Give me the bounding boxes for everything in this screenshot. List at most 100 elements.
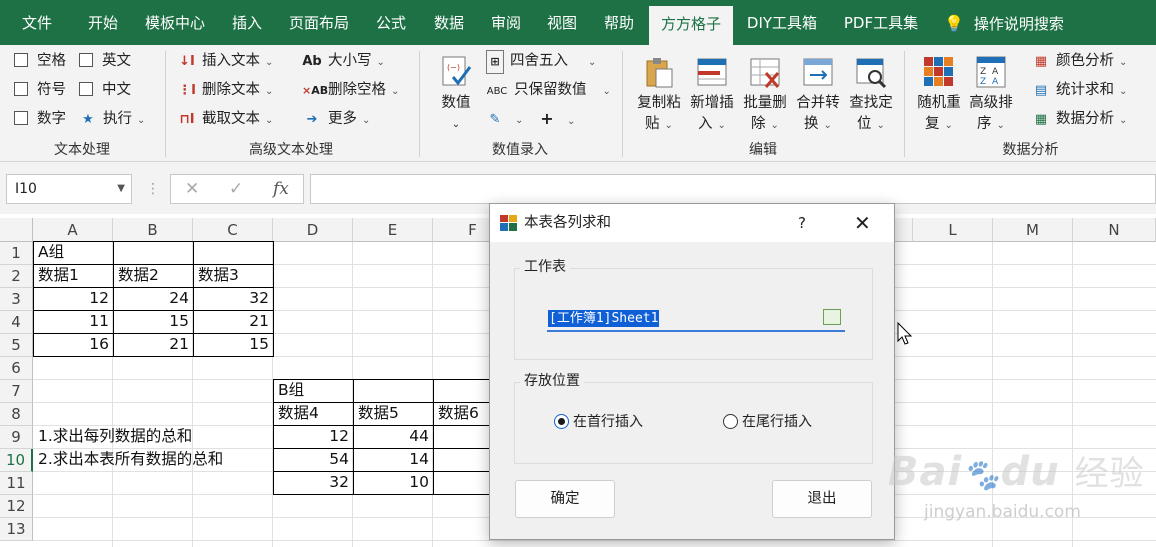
cell-e9[interactable]: 44 — [354, 425, 433, 448]
keep-values-button[interactable]: ABC 只保留数值 ⌄ — [486, 79, 611, 101]
cell-a3[interactable]: 12 — [34, 287, 113, 310]
tell-me-search[interactable]: 💡 操作说明搜索 — [944, 0, 1078, 45]
tab-home[interactable]: 开始 — [74, 0, 132, 45]
cell-a4[interactable]: 11 — [34, 310, 113, 333]
copy-paste-button[interactable]: 复制粘 贴 ⌄ — [630, 51, 688, 139]
cell-a5[interactable]: 16 — [34, 333, 113, 356]
radio-insert-first-row[interactable]: 在首行插入 — [554, 413, 643, 431]
col-header-e[interactable]: E — [353, 218, 433, 242]
tab-view[interactable]: 视图 — [534, 0, 590, 45]
cut-text-button[interactable]: ⊓I 截取文本 ⌄ — [178, 108, 273, 130]
cell-c5[interactable]: 15 — [194, 333, 273, 356]
row-header-9[interactable]: 9 — [0, 426, 33, 449]
cell-f8[interactable]: 数据6 — [434, 402, 490, 425]
merge-convert-button[interactable]: 合并转 换 ⌄ — [789, 51, 847, 139]
row-header-3[interactable]: 3 — [0, 288, 33, 311]
tab-templates[interactable]: 模板中心 — [132, 0, 218, 45]
help-button[interactable]: ? — [798, 204, 806, 242]
row-header-13[interactable]: 13 — [0, 518, 33, 541]
row-header-1[interactable]: 1 — [0, 242, 33, 265]
cell-b5[interactable]: 21 — [114, 333, 193, 356]
cell-e8[interactable]: 数据5 — [354, 402, 433, 425]
tab-review[interactable]: 审阅 — [478, 0, 534, 45]
cell-d7[interactable]: B组 — [274, 379, 353, 402]
execute-button[interactable]: ★ 执行 ⌄ — [79, 108, 145, 130]
stats-sum-button[interactable]: ▤ 统计求和 ⌄ — [1032, 79, 1128, 101]
tab-pdf-tools[interactable]: PDF工具集 — [829, 0, 933, 45]
cell-d9[interactable]: 12 — [274, 425, 353, 448]
data-analysis-button[interactable]: ▦ 数据分析 ⌄ — [1032, 108, 1128, 130]
formula-input[interactable] — [310, 174, 1156, 204]
cell-a10[interactable]: 2.求出本表所有数据的总和 — [34, 448, 272, 471]
cell-b3[interactable]: 24 — [114, 287, 193, 310]
range-picker-icon[interactable] — [823, 309, 841, 325]
col-header-l[interactable]: L — [913, 218, 993, 242]
check-number[interactable]: 数字 — [14, 108, 66, 130]
color-analysis-button[interactable]: ▦ 颜色分析 ⌄ — [1032, 50, 1128, 72]
insert-text-button[interactable]: ↓I 插入文本 ⌄ — [178, 50, 273, 72]
row-header-8[interactable]: 8 — [0, 403, 33, 426]
tab-insert[interactable]: 插入 — [218, 0, 276, 45]
enter-check-icon[interactable]: ✓ — [229, 175, 243, 203]
cell-d10[interactable]: 54 — [274, 448, 353, 471]
exit-button[interactable]: 退出 — [772, 480, 872, 518]
cell-d11[interactable]: 32 — [274, 471, 353, 494]
dialog-titlebar[interactable]: 本表各列求和 ? ✕ — [490, 204, 894, 242]
find-locate-button[interactable]: 查找定 位 ⌄ — [842, 51, 900, 139]
row-header-12[interactable]: 12 — [0, 495, 33, 518]
add-insert-button[interactable]: 新增插 入 ⌄ — [683, 51, 741, 139]
row-header-4[interactable]: 4 — [0, 311, 33, 334]
insert-function-icon[interactable]: fx — [273, 175, 289, 203]
cell-a9[interactable]: 1.求出每列数据的总和 — [34, 425, 272, 448]
more-button[interactable]: ➔ 更多 ⌄ — [302, 108, 371, 130]
close-icon[interactable]: ✕ — [854, 204, 871, 242]
tab-page-layout[interactable]: 页面布局 — [276, 0, 362, 45]
cell-c2[interactable]: 数据3 — [194, 264, 273, 287]
cell-e11[interactable]: 10 — [354, 471, 433, 494]
tab-formulas[interactable]: 公式 — [362, 0, 420, 45]
advanced-sort-button[interactable]: ZAZA 高级排 序 ⌄ — [962, 51, 1020, 139]
case-button[interactable]: Ab 大小写 ⌄ — [302, 50, 385, 72]
add-button[interactable]: + ⌄ — [538, 108, 575, 130]
row-header-11[interactable]: 11 — [0, 472, 33, 495]
batch-delete-button[interactable]: 批量删 除 ⌄ — [736, 51, 794, 139]
col-header-m[interactable]: M — [993, 218, 1073, 242]
row-header-6[interactable]: 6 — [0, 357, 33, 380]
check-english[interactable]: 英文 — [79, 50, 131, 72]
check-space[interactable]: 空格 — [14, 50, 66, 72]
cell-b4[interactable]: 15 — [114, 310, 193, 333]
tab-file[interactable]: 文件 — [0, 0, 74, 45]
random-repeat-button[interactable]: 随机重 复 ⌄ — [910, 51, 968, 139]
cell-c4[interactable]: 21 — [194, 310, 273, 333]
row-header-2[interactable]: 2 — [0, 265, 33, 288]
col-header-d[interactable]: D — [273, 218, 353, 242]
tab-data[interactable]: 数据 — [420, 0, 478, 45]
value-button[interactable]: (−) 数值 ⌄ — [428, 51, 484, 139]
drag-handle-icon[interactable]: ⋮ — [146, 174, 160, 204]
cell-d8[interactable]: 数据4 — [274, 402, 353, 425]
col-header-c[interactable]: C — [193, 218, 273, 242]
delete-space-button[interactable]: ×AB删除空格 ⌄ — [302, 79, 399, 101]
select-all-corner[interactable] — [0, 218, 33, 242]
check-chinese[interactable]: 中文 — [79, 79, 131, 101]
edit-fill-button[interactable]: ✎ ⌄ — [486, 108, 524, 130]
cancel-icon[interactable]: ✕ — [185, 175, 199, 203]
col-header-b[interactable]: B — [113, 218, 193, 242]
round-button[interactable]: ⊞ 四舍五入 ⌄ — [486, 50, 596, 74]
cell-a2[interactable]: 数据1 — [34, 264, 113, 287]
tab-diy-toolbox[interactable]: DIY工具箱 — [735, 0, 829, 45]
row-header-7[interactable]: 7 — [0, 380, 33, 403]
delete-text-button[interactable]: ⋮I 删除文本 ⌄ — [178, 79, 273, 101]
name-box[interactable]: I10 ▼ — [6, 174, 132, 204]
cell-c3[interactable]: 32 — [194, 287, 273, 310]
tab-help[interactable]: 帮助 — [590, 0, 648, 45]
row-header-5[interactable]: 5 — [0, 334, 33, 357]
cell-a1[interactable]: A组 — [34, 241, 113, 264]
tab-fangfang[interactable]: 方方格子 — [649, 6, 733, 45]
check-symbol[interactable]: 符号 — [14, 79, 66, 101]
ok-button[interactable]: 确定 — [515, 480, 615, 518]
row-header-10[interactable]: 10 — [0, 449, 33, 472]
cell-b2[interactable]: 数据2 — [114, 264, 193, 287]
cell-e10[interactable]: 14 — [354, 448, 433, 471]
radio-insert-last-row[interactable]: 在尾行插入 — [723, 413, 812, 431]
